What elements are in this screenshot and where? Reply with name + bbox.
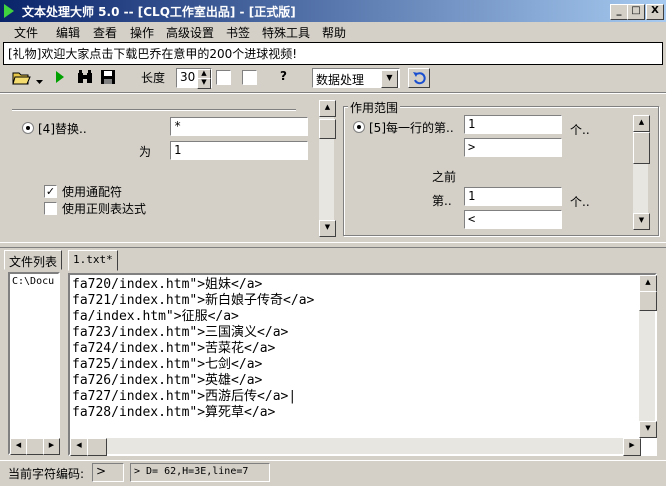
- scroll-left-icon[interactable]: ◀: [10, 438, 27, 455]
- scroll-down-icon[interactable]: ▼: [633, 213, 650, 230]
- range-count-unit: 个..: [570, 123, 590, 137]
- regex-label: 使用正则表达式: [62, 202, 147, 216]
- dropdown-arrow-icon[interactable]: [36, 74, 44, 88]
- scroll-up-icon[interactable]: ▲: [639, 275, 657, 292]
- encoding-label: 当前字符编码:: [8, 467, 85, 481]
- menu-edit[interactable]: 编辑: [56, 24, 80, 41]
- editor-line[interactable]: fa726/index.htm">英雄</a>: [72, 373, 262, 389]
- file-list-item[interactable]: C:\Docu: [12, 276, 57, 287]
- option-checkbox-a[interactable]: [216, 70, 231, 85]
- tab-file-list[interactable]: 文件列表: [4, 250, 63, 270]
- replace-option-radio[interactable]: [22, 122, 34, 134]
- open-folder-icon[interactable]: [12, 69, 32, 88]
- menu-bookmarks[interactable]: 书签: [226, 24, 250, 41]
- scroll-thumb[interactable]: [26, 438, 44, 455]
- range-end-count-unit: 个..: [570, 195, 590, 209]
- range-option-label: [5]每一行的第..: [369, 121, 454, 135]
- minimize-button[interactable]: _: [610, 4, 628, 20]
- editor-line[interactable]: fa725/index.htm">七剑</a>: [72, 357, 262, 373]
- editor-line[interactable]: fa720/index.htm">姐妹</a>: [72, 277, 262, 293]
- editor-line[interactable]: fa/index.htm">征服</a>: [72, 309, 239, 325]
- file-list-hscroll[interactable]: ◀ ▶: [10, 438, 60, 455]
- scroll-left-icon[interactable]: ◀: [70, 438, 88, 456]
- menu-help[interactable]: 帮助: [322, 24, 346, 41]
- scroll-thumb[interactable]: [87, 438, 107, 456]
- menu-special-tools[interactable]: 特殊工具: [262, 24, 310, 41]
- menu-file[interactable]: 文件: [14, 24, 38, 41]
- right-panel-scrollbar[interactable]: ▲ ▼: [633, 115, 650, 230]
- spin-down-icon[interactable]: ▼: [197, 78, 211, 89]
- replace-with-label: 为: [139, 145, 152, 159]
- editor-line[interactable]: fa721/index.htm">新白娘子传奇</a>: [72, 293, 314, 309]
- panel-splitter[interactable]: [0, 242, 666, 248]
- mode-select[interactable]: 数据处理 ▼: [312, 68, 400, 88]
- range-end-count-field[interactable]: 1: [464, 187, 562, 206]
- menu-advanced-settings[interactable]: 高级设置: [166, 24, 214, 41]
- length-value[interactable]: 30: [180, 70, 195, 84]
- range-option-radio[interactable]: [353, 121, 365, 133]
- left-panel-scrollbar[interactable]: ▲ ▼: [319, 100, 336, 237]
- save-disk-icon[interactable]: [100, 69, 116, 88]
- news-banner[interactable]: [礼物]欢迎大家点击下载巴乔在意甲的200个进球视频!: [3, 42, 663, 65]
- option-checkbox-b[interactable]: [242, 70, 257, 85]
- regex-checkbox[interactable]: [44, 202, 57, 215]
- refresh-button[interactable]: [408, 68, 430, 88]
- left-panel-divider: [12, 109, 296, 111]
- text-editor[interactable]: fa720/index.htm">姐妹</a> fa721/index.htm"…: [68, 273, 657, 456]
- before-label: 之前: [432, 170, 457, 184]
- scroll-thumb[interactable]: [633, 132, 650, 164]
- scroll-up-icon[interactable]: ▲: [319, 100, 336, 117]
- scroll-down-icon[interactable]: ▼: [639, 421, 657, 438]
- range-end-string-field[interactable]: <: [464, 210, 562, 229]
- editor-line[interactable]: fa728/index.htm">算死草</a>: [72, 405, 275, 421]
- mode-select-value: 数据处理: [316, 73, 365, 87]
- option-checkbox-b-wrap: [242, 70, 257, 88]
- length-label: 长度: [141, 71, 166, 85]
- editor-line[interactable]: fa727/index.htm">西游后传</a>|: [72, 389, 296, 405]
- scroll-thumb[interactable]: [319, 119, 336, 139]
- replace-option-label: [4]替换..: [38, 122, 87, 136]
- menu-view[interactable]: 查看: [93, 24, 117, 41]
- encoding-value: >: [92, 463, 124, 482]
- find-binoculars-icon[interactable]: [77, 70, 93, 87]
- menu-operate[interactable]: 操作: [130, 24, 154, 41]
- scroll-down-icon[interactable]: ▼: [319, 220, 336, 237]
- close-button[interactable]: X: [646, 4, 664, 20]
- cursor-info: > D= 62,H=3E,line=7: [130, 463, 270, 482]
- range-count-field[interactable]: 1: [464, 115, 562, 134]
- mode-dropdown-icon[interactable]: ▼: [381, 70, 398, 88]
- scroll-thumb[interactable]: [639, 291, 657, 311]
- editor-line[interactable]: fa723/index.htm">三国演义</a>: [72, 325, 288, 341]
- toolbar-divider: [0, 92, 666, 94]
- file-list-box[interactable]: C:\Docu ◀ ▶: [8, 272, 60, 455]
- title-bar[interactable]: 文本处理大师 5.0 -- [CLQ工作室出品] - [正式版] _ □ X: [0, 0, 666, 22]
- wildcard-checkbox[interactable]: ✓: [44, 185, 57, 198]
- scroll-up-icon[interactable]: ▲: [633, 115, 650, 132]
- wildcard-label: 使用通配符: [62, 185, 123, 199]
- range-start-string-field[interactable]: >: [464, 138, 562, 157]
- replace-with-field[interactable]: 1: [170, 141, 308, 160]
- maximize-button[interactable]: □: [627, 4, 645, 20]
- find-field[interactable]: *: [170, 117, 308, 136]
- tab-editor-file[interactable]: 1.txt*: [68, 250, 118, 271]
- editor-line[interactable]: fa724/index.htm">苦菜花</a>: [72, 341, 275, 357]
- status-bar: 当前字符编码: > > D= 62,H=3E,line=7: [0, 460, 666, 484]
- length-spinner[interactable]: 30 ▲ ▼: [176, 68, 212, 89]
- run-icon[interactable]: [55, 70, 65, 87]
- menu-bar: 文件 编辑 查看 操作 高级设置 书签 特殊工具 帮助: [0, 22, 666, 41]
- editor-vscroll[interactable]: ▲ ▼: [639, 275, 657, 438]
- scope-groupbox-title: 作用范围: [348, 99, 401, 116]
- editor-hscroll[interactable]: ◀ ▶: [70, 438, 641, 456]
- help-icon[interactable]: ?: [280, 69, 287, 83]
- scroll-right-icon[interactable]: ▶: [623, 438, 641, 456]
- option-checkbox-a-wrap: [216, 70, 231, 88]
- app-icon: [4, 4, 14, 18]
- scroll-right-icon[interactable]: ▶: [43, 438, 60, 455]
- nth-label: 第..: [432, 194, 452, 208]
- window-title: 文本处理大师 5.0 -- [CLQ工作室出品] - [正式版]: [22, 5, 296, 19]
